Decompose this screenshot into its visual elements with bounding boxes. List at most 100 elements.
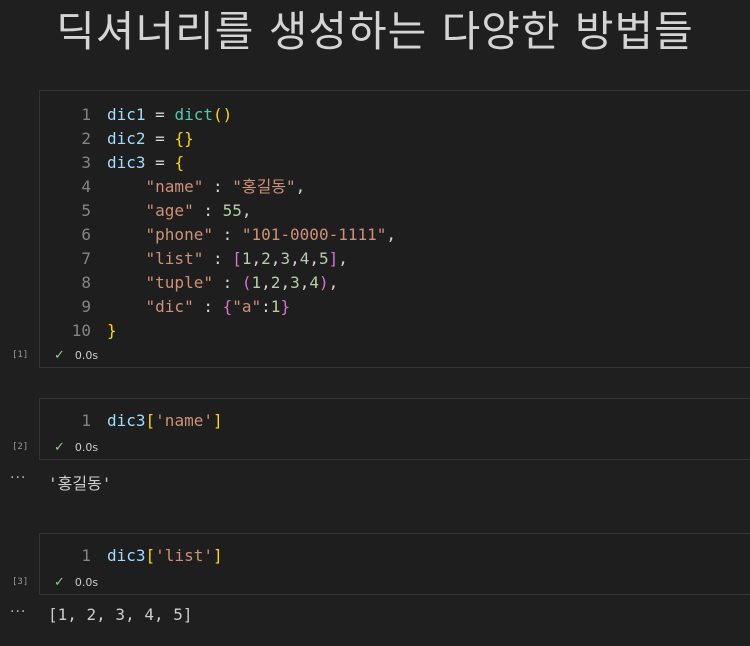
output-more-icon[interactable]: ··· <box>10 604 26 620</box>
code-line[interactable]: 6 "phone" : "101-0000-1111", <box>40 223 750 247</box>
code-cell-1[interactable]: 1 dic1 = dict() 2 dic2 = {} 3 dic3 = {4 "name… <box>39 90 750 368</box>
code-token: 3 <box>280 249 291 268</box>
code-token: , <box>270 249 281 268</box>
code-line[interactable]: 2 dic2 = {} <box>40 127 750 151</box>
code-line[interactable]: 1 dic3['list'] <box>40 544 750 568</box>
exec-time: 0.0s <box>74 576 99 589</box>
code-token: 1 <box>241 249 252 268</box>
code-token: dic1 <box>107 105 146 124</box>
execution-count: [3] <box>12 577 29 587</box>
code-token: () <box>212 105 233 124</box>
code-cell-2[interactable]: 1 dic3['name'] ✓ 0.0s <box>39 398 750 460</box>
code-token: "list" <box>145 249 204 268</box>
code-line[interactable]: 5 "age" : 55, <box>40 199 750 223</box>
code-editor[interactable]: 1 dic3['list'] <box>40 544 750 568</box>
code-token: = <box>145 153 175 172</box>
code-token: 2 <box>270 273 281 292</box>
line-source: dic3 = { <box>107 151 184 175</box>
notebook-title: 딕셔너리를 생성하는 다양한 방법들 <box>56 7 694 56</box>
code-token: , <box>309 249 319 268</box>
code-token: , <box>261 273 271 292</box>
code-token: 5 <box>319 249 329 268</box>
code-token: : <box>212 225 242 244</box>
code-cell-3[interactable]: 1 dic3['list'] ✓ 0.0s <box>39 533 750 595</box>
code-token: dic2 <box>107 129 146 148</box>
code-token: { <box>174 153 185 172</box>
code-token: : <box>212 273 242 292</box>
code-token: 4 <box>299 249 310 268</box>
line-number: 9 <box>81 297 91 316</box>
line-number: 1 <box>81 546 91 565</box>
code-line[interactable]: 8 "tuple" : (1,2,3,4), <box>40 271 750 295</box>
code-token: [ <box>145 546 156 565</box>
line-source: "age" : 55, <box>107 199 252 223</box>
code-token: , <box>328 273 339 292</box>
code-token: "age" <box>145 201 194 220</box>
exec-time: 0.0s <box>74 441 99 454</box>
code-line[interactable]: 10} <box>40 319 750 343</box>
line-number: 5 <box>81 201 91 220</box>
code-token: dic3 <box>107 411 146 430</box>
execution-count: [2] <box>12 442 29 452</box>
code-token: dic3 <box>107 153 146 172</box>
line-source: "tuple" : (1,2,3,4), <box>107 271 339 295</box>
code-token: } <box>280 297 291 316</box>
code-token: "a" <box>232 297 262 316</box>
code-token: 1 <box>251 273 262 292</box>
code-token: , <box>386 225 397 244</box>
code-token: , <box>290 249 300 268</box>
code-token: 3 <box>290 273 300 292</box>
code-editor[interactable]: 1 dic3['name'] <box>40 409 750 433</box>
line-number: 1 <box>81 411 91 430</box>
line-number: 2 <box>81 129 91 148</box>
code-token: dict <box>174 105 213 124</box>
code-token: "dic" <box>145 297 194 316</box>
line-number: 6 <box>81 225 91 244</box>
line-source: dic3['list'] <box>107 544 223 568</box>
code-token: = <box>145 129 175 148</box>
line-source: "dic" : {"a":1} <box>107 295 291 319</box>
line-source: "name" : "홍길동", <box>107 175 306 199</box>
code-token: , <box>338 249 348 268</box>
code-token: , <box>299 273 310 292</box>
code-line[interactable]: 4 "name" : "홍길동", <box>40 175 750 199</box>
code-token: : <box>203 177 233 196</box>
check-icon: ✓ <box>54 575 65 590</box>
code-token: "name" <box>145 177 204 196</box>
code-token: : <box>203 249 233 268</box>
line-source: dic1 = dict() <box>107 103 232 127</box>
code-token: {} <box>174 129 194 148</box>
code-token: 1 <box>270 297 281 316</box>
code-token: ] <box>212 546 223 565</box>
code-line[interactable]: 1 dic1 = dict() <box>40 103 750 127</box>
code-token: "101-0000-1111" <box>241 225 387 244</box>
code-token: "phone" <box>145 225 213 244</box>
line-number: 10 <box>71 321 91 340</box>
output-more-icon[interactable]: ··· <box>10 470 26 486</box>
code-token: , <box>241 201 252 220</box>
code-editor[interactable]: 1 dic1 = dict() 2 dic2 = {} 3 dic3 = {4 "name… <box>40 103 750 343</box>
code-token: ] <box>212 411 223 430</box>
code-token: } <box>107 321 117 340</box>
line-source: "phone" : "101-0000-1111", <box>107 223 396 247</box>
cell-status: ✓ 0.0s <box>54 574 98 592</box>
code-token: ( <box>241 273 252 292</box>
line-number: 3 <box>81 153 91 172</box>
line-number: 8 <box>81 273 91 292</box>
line-number: 4 <box>81 177 91 196</box>
code-token: : <box>193 201 223 220</box>
code-line[interactable]: 3 dic3 = { <box>40 151 750 175</box>
code-line[interactable]: 9 "dic" : {"a":1} <box>40 295 750 319</box>
code-token: 2 <box>261 249 271 268</box>
line-source: dic2 = {} <box>107 127 194 151</box>
code-line[interactable]: 7 "list" : [1,2,3,4,5], <box>40 247 750 271</box>
code-token: { <box>222 297 233 316</box>
code-token: , <box>280 273 291 292</box>
code-line[interactable]: 1 dic3['name'] <box>40 409 750 433</box>
code-token: 4 <box>309 273 319 292</box>
